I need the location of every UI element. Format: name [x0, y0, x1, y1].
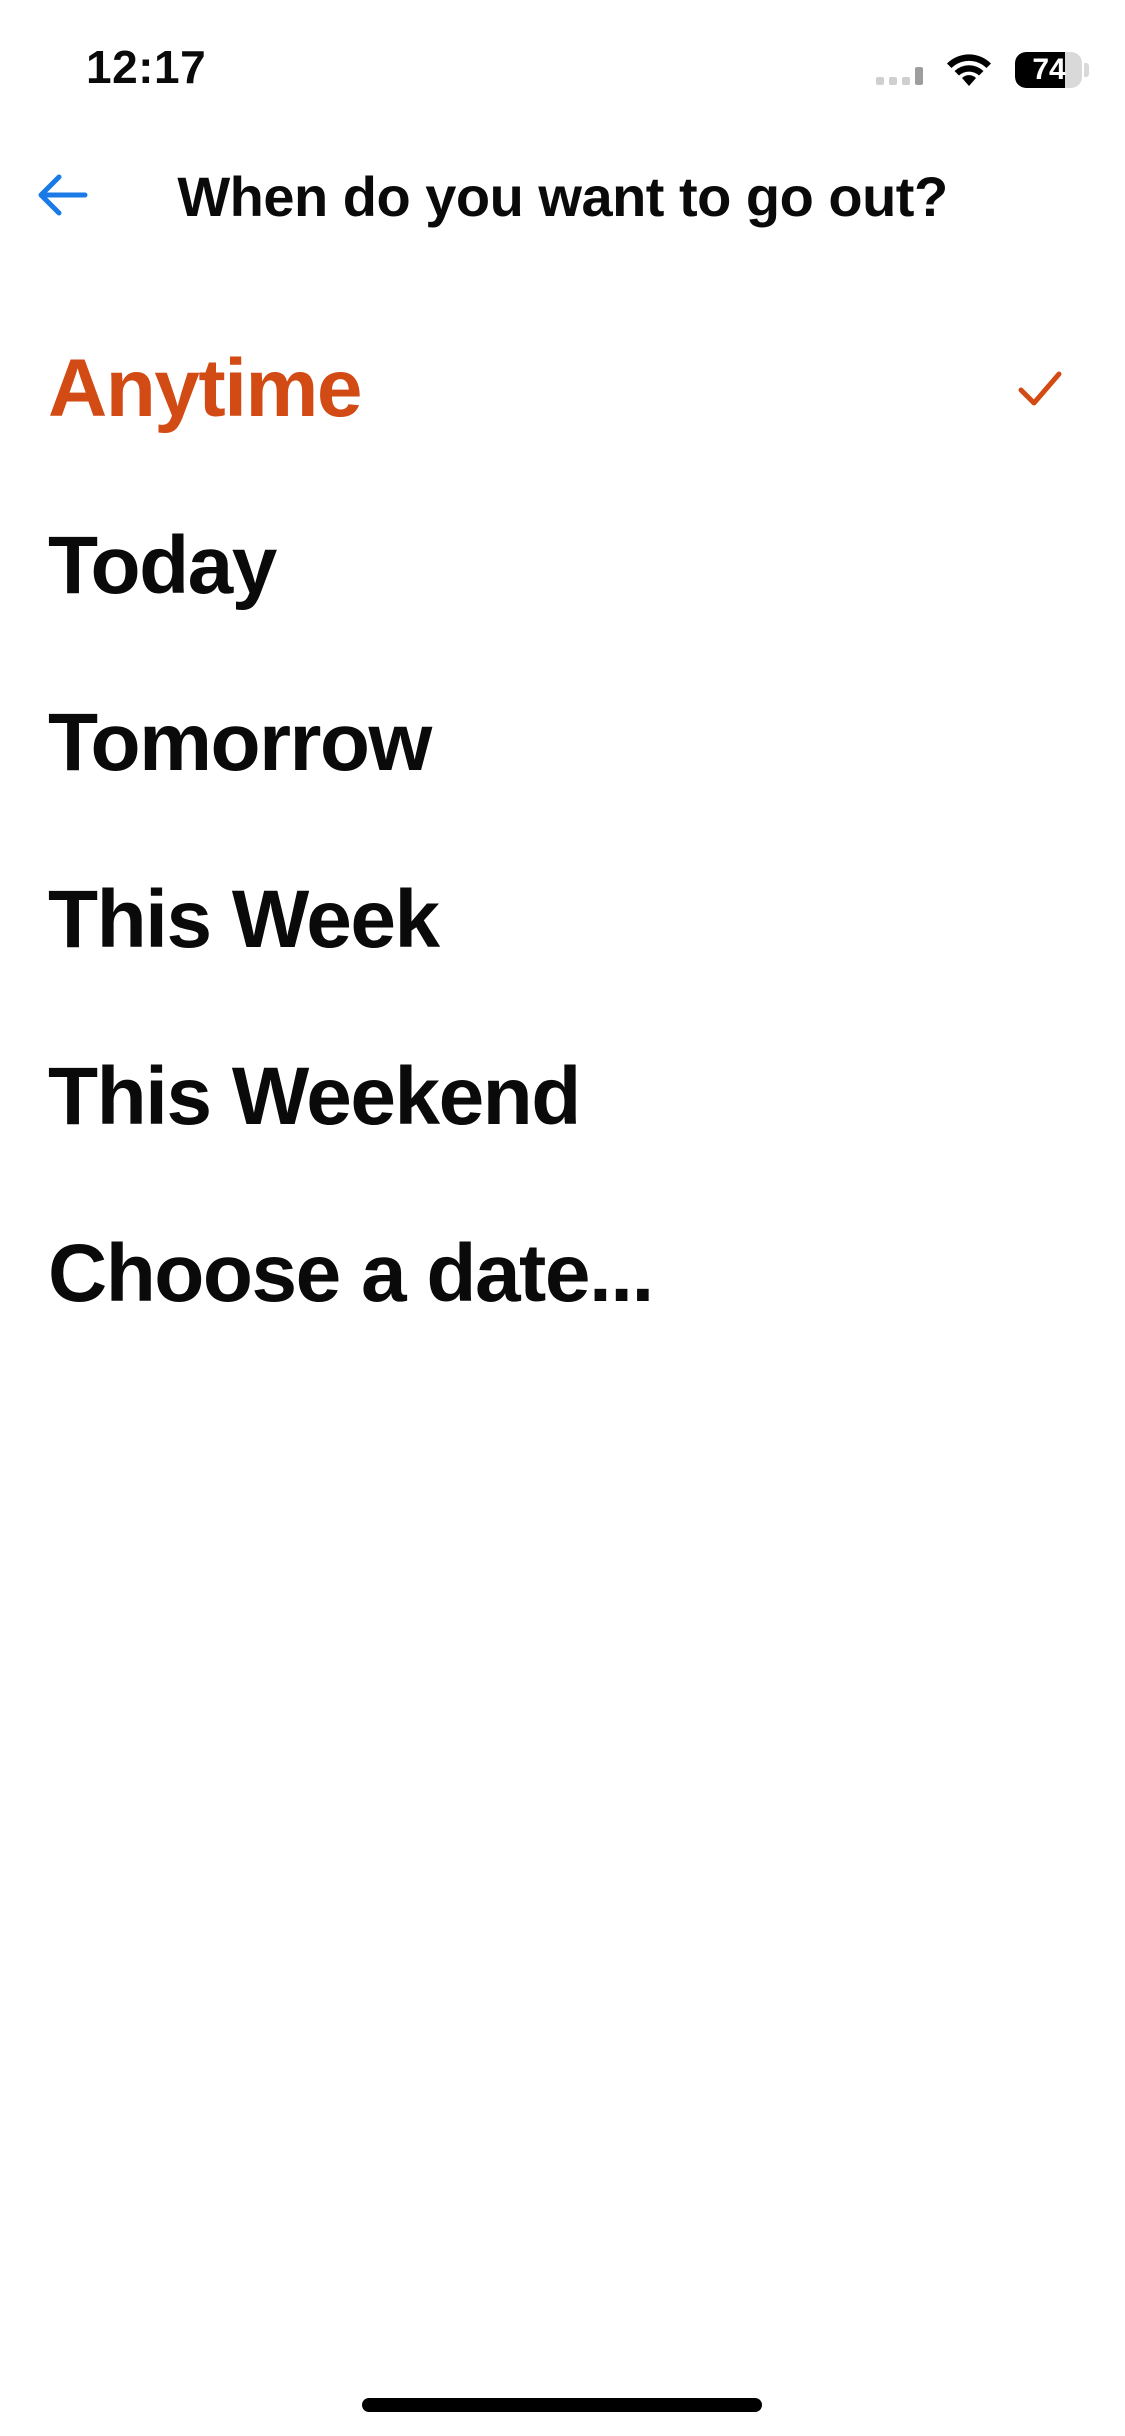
option-today[interactable]: Today	[0, 477, 1125, 654]
wifi-icon	[945, 52, 993, 88]
option-label: This Week	[48, 873, 440, 965]
option-label: Tomorrow	[48, 696, 432, 788]
page-title: When do you want to go out?	[177, 165, 948, 228]
arrow-left-icon	[38, 174, 88, 216]
option-label: Anytime	[48, 342, 363, 434]
cellular-signal-icon	[876, 55, 923, 85]
status-indicators: 74	[876, 48, 1089, 92]
option-label: Choose a date...	[48, 1227, 654, 1319]
option-choose-date[interactable]: Choose a date...	[0, 1185, 1125, 1362]
option-tomorrow[interactable]: Tomorrow	[0, 654, 1125, 831]
option-label: Today	[48, 519, 277, 611]
battery-level: 74	[1032, 53, 1066, 86]
back-button[interactable]	[30, 162, 96, 228]
home-indicator[interactable]	[362, 2398, 762, 2412]
when-options-list: Anytime Today Tomorrow This Week This We…	[0, 300, 1125, 1362]
option-this-week[interactable]: This Week	[0, 831, 1125, 1008]
checkmark-icon	[1018, 371, 1062, 405]
status-time: 12:17	[86, 41, 207, 93]
option-anytime[interactable]: Anytime	[0, 300, 1125, 477]
option-this-weekend[interactable]: This Weekend	[0, 1008, 1125, 1185]
battery-icon: 74	[1015, 51, 1089, 89]
header: When do you want to go out?	[0, 150, 1125, 240]
option-label: This Weekend	[48, 1050, 581, 1142]
status-bar: 12:17 74	[0, 0, 1125, 140]
